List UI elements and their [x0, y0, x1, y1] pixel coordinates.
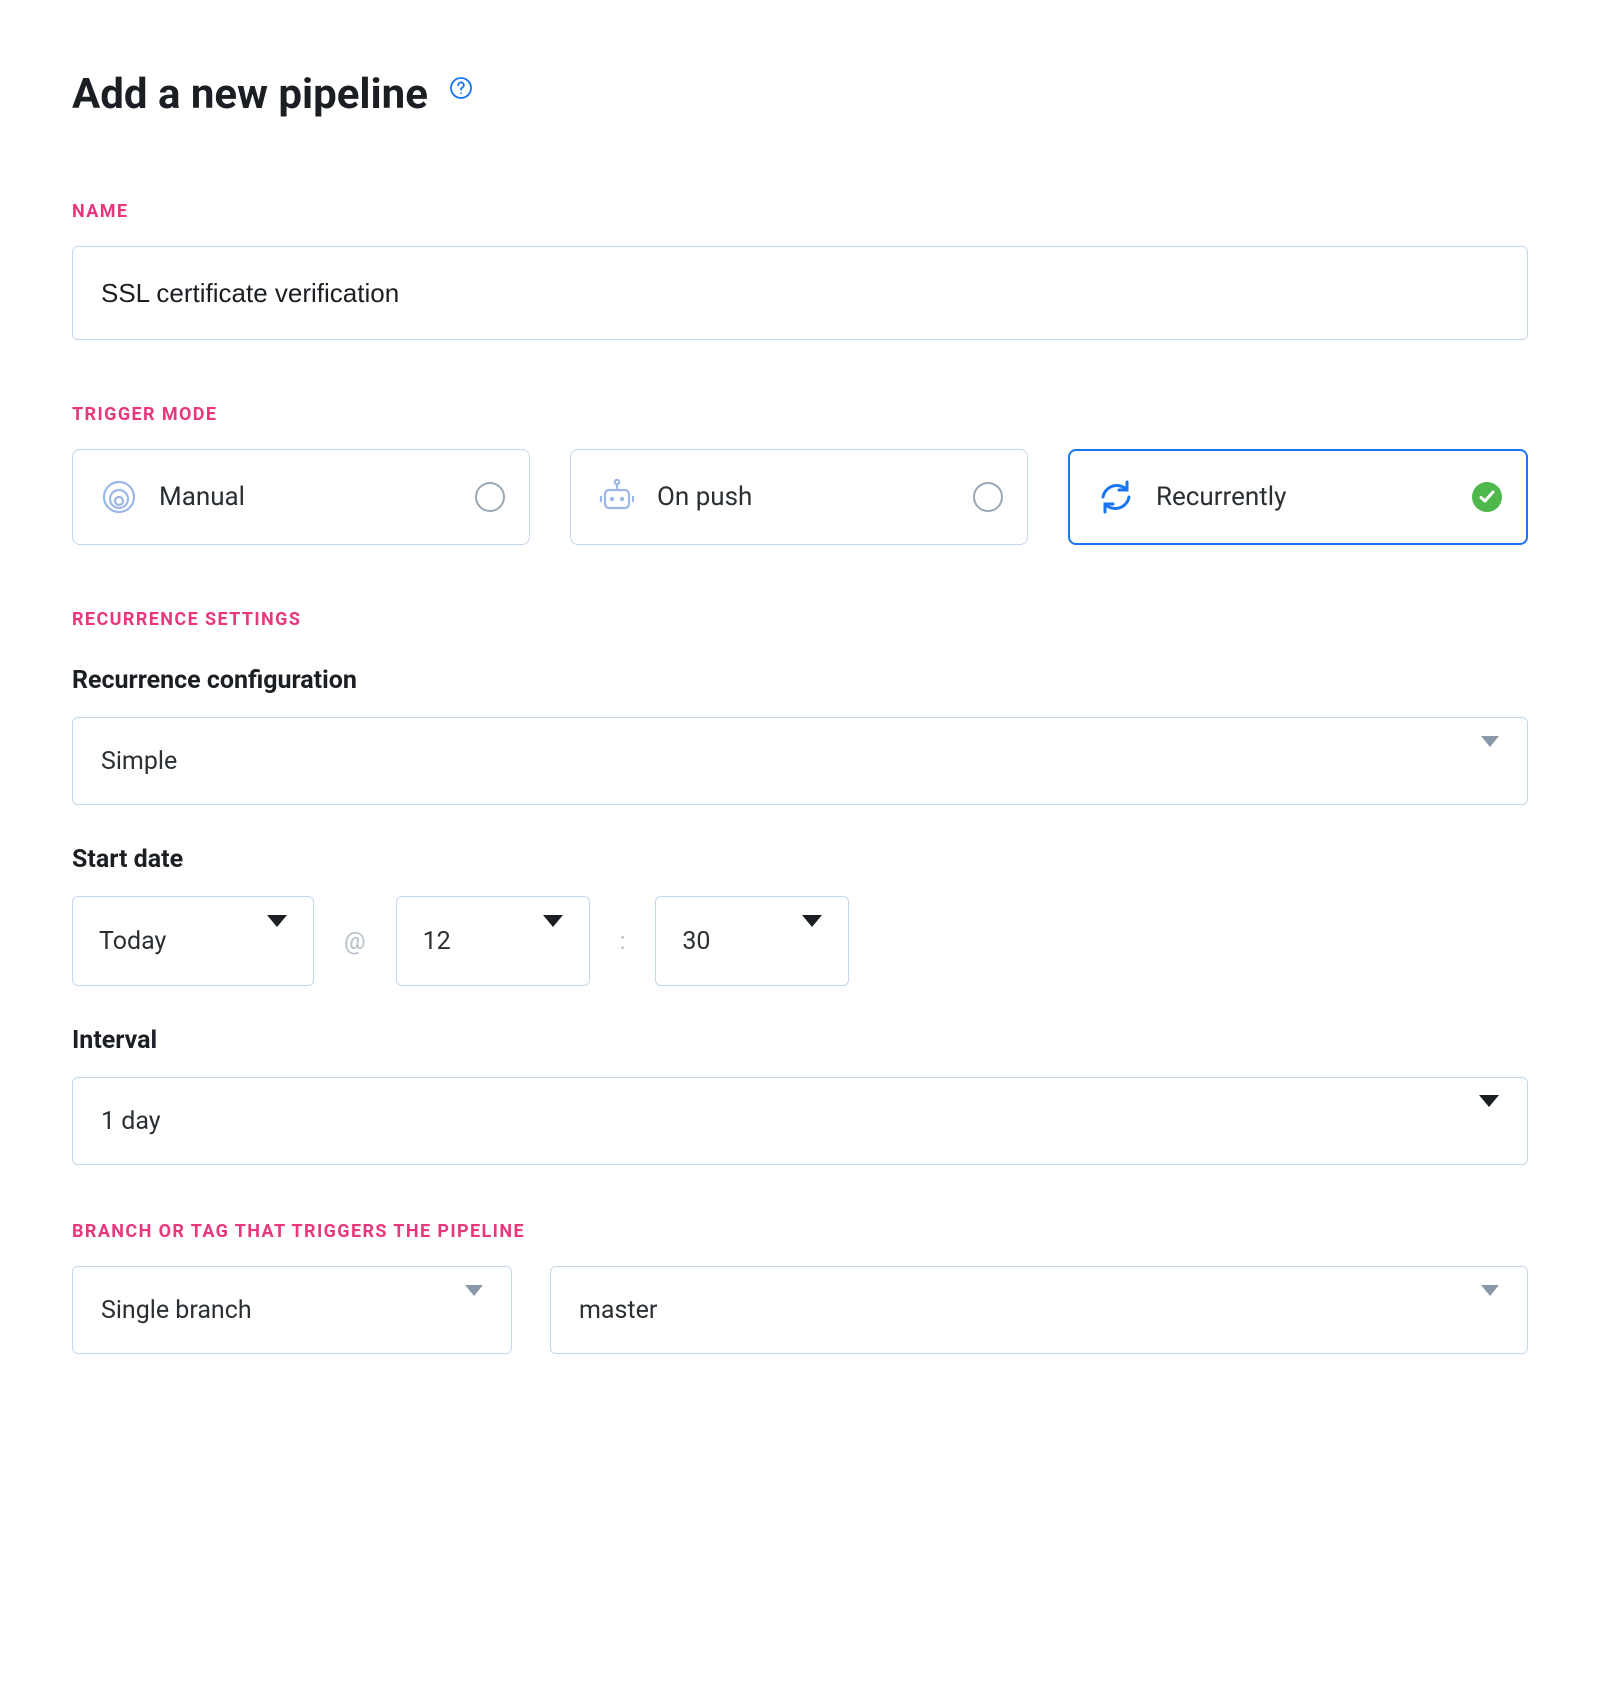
trigger-label: Manual [159, 482, 475, 512]
caret-down-icon [1481, 747, 1499, 776]
name-section-label: NAME [72, 201, 1528, 222]
colon-separator: : [620, 927, 626, 955]
start-date-label: Start date [72, 845, 1528, 874]
trigger-option-recurrently[interactable]: Recurrently [1068, 449, 1528, 545]
branch-type-select[interactable]: Single branch [72, 1266, 512, 1354]
select-value: Simple [101, 747, 177, 776]
caret-down-icon [267, 927, 287, 956]
caret-down-icon [802, 927, 822, 956]
check-icon [1472, 482, 1502, 512]
pipeline-name-input[interactable] [72, 246, 1528, 340]
trigger-label: Recurrently [1156, 482, 1472, 512]
at-separator: @ [344, 927, 366, 955]
recurrence-config-label: Recurrence configuration [72, 666, 1528, 695]
select-value: Today [99, 927, 166, 956]
page-title: Add a new pipeline [72, 70, 428, 119]
recurrence-config-select[interactable]: Simple [72, 717, 1528, 805]
radio-unchecked-icon [475, 482, 505, 512]
manual-icon [97, 477, 141, 517]
select-value: 1 day [101, 1107, 161, 1136]
caret-down-icon [1481, 1296, 1499, 1325]
help-icon[interactable] [449, 76, 473, 100]
interval-label: Interval [72, 1026, 1528, 1055]
recurrence-section-label: RECURRENCE SETTINGS [72, 609, 1528, 630]
select-value: 30 [682, 927, 710, 956]
start-day-select[interactable]: Today [72, 896, 314, 986]
robot-icon [595, 476, 639, 518]
caret-down-icon [1479, 1107, 1499, 1136]
recurrent-icon [1094, 478, 1138, 516]
trigger-option-manual[interactable]: Manual [72, 449, 530, 545]
caret-down-icon [543, 927, 563, 956]
branch-section-label: BRANCH OR TAG THAT TRIGGERS THE PIPELINE [72, 1221, 1528, 1242]
start-hour-select[interactable]: 12 [396, 896, 590, 986]
interval-select[interactable]: 1 day [72, 1077, 1528, 1165]
select-value: 12 [423, 927, 451, 956]
trigger-label: On push [657, 482, 973, 512]
trigger-mode-section-label: TRIGGER MODE [72, 404, 1528, 425]
start-minute-select[interactable]: 30 [655, 896, 849, 986]
radio-unchecked-icon [973, 482, 1003, 512]
select-value: Single branch [101, 1296, 252, 1325]
branch-name-select[interactable]: master [550, 1266, 1528, 1354]
caret-down-icon [465, 1296, 483, 1325]
select-value: master [579, 1296, 657, 1325]
trigger-option-onpush[interactable]: On push [570, 449, 1028, 545]
